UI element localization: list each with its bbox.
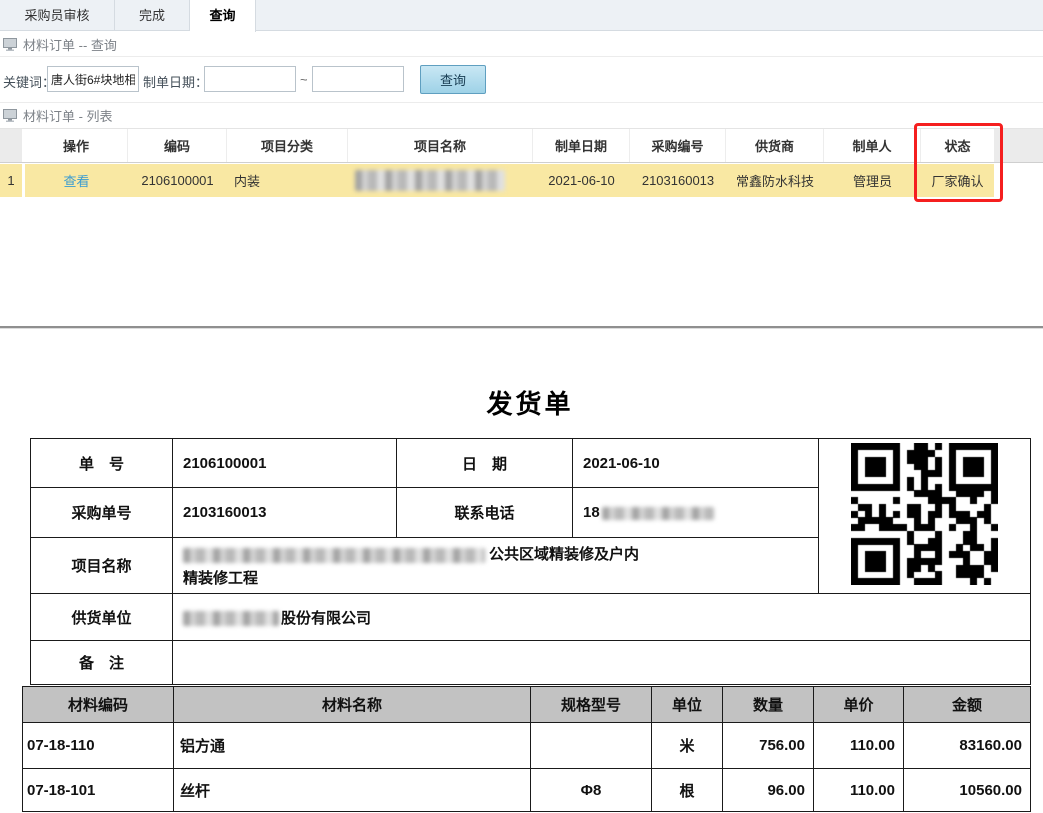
creator-cell: 管理员	[824, 164, 921, 197]
date-range-separator: ~	[300, 72, 308, 87]
phone-prefix: 18	[583, 504, 600, 521]
code-cell: 2106100001	[128, 164, 227, 197]
mat-col-price: 单价	[814, 687, 904, 723]
materials-header-row: 材料编码 材料名称 规格型号 单位 数量 单价 金额	[23, 687, 1031, 723]
order-date-label: 制单日期：	[143, 72, 208, 91]
date-to-input[interactable]	[312, 66, 404, 92]
order-no-label: 单 号	[31, 439, 173, 488]
redacted-project-name	[355, 170, 505, 191]
material-row: 07-18-101 丝杆 Φ8 根 96.00 110.00 10560.00	[23, 769, 1031, 812]
mat-code: 07-18-101	[23, 769, 174, 812]
order-list-header: 操作 编码 项目分类 项目名称 制单日期 采购编号 供货商 制单人 状态	[0, 128, 1043, 163]
search-button[interactable]: 查询	[420, 65, 486, 94]
mat-qty: 756.00	[723, 723, 814, 769]
project-visible-line1: 公共区域精装修及户内	[489, 546, 639, 563]
mat-col-amount: 金额	[904, 687, 1031, 723]
purchase-no-value: 2103160013	[173, 488, 397, 538]
redacted-supplier-text	[183, 611, 279, 626]
col-header-code[interactable]: 编码	[128, 129, 227, 162]
date-label: 日 期	[397, 439, 573, 488]
mat-spec: Φ8	[531, 769, 652, 812]
status-highlight-box	[914, 123, 1003, 202]
tab-bar: 采购员审核 完成 查询	[0, 0, 1043, 31]
supplier-visible-text: 股份有限公司	[281, 610, 371, 627]
order-no-value: 2106100001	[173, 439, 397, 488]
project-name-cell	[348, 164, 533, 197]
mat-col-unit: 单位	[652, 687, 723, 723]
delivery-note-info-table: 单 号 2106100001 日 期 2021-06-10 采购单号 21031…	[30, 438, 1031, 685]
date-from-input[interactable]	[204, 66, 296, 92]
document-divider	[0, 326, 1043, 328]
mat-col-spec: 规格型号	[531, 687, 652, 723]
purchase-no-label: 采购单号	[31, 488, 173, 538]
mat-col-qty: 数量	[723, 687, 814, 723]
date-value: 2021-06-10	[573, 439, 819, 488]
row-number-cell: 1	[0, 164, 22, 197]
phone-label: 联系电话	[397, 488, 573, 538]
tab-complete[interactable]: 完成	[115, 0, 190, 31]
search-form: 关键词： 制单日期： ~ 查询	[0, 58, 1043, 103]
query-panel-header: 材料订单 -- 查询	[0, 32, 1043, 57]
mat-code: 07-18-110	[23, 723, 174, 769]
mat-name: 铝方通	[174, 723, 531, 769]
material-row: 07-18-110 铝方通 米 756.00 110.00 83160.00	[23, 723, 1031, 769]
col-header-supplier[interactable]: 供货商	[726, 129, 824, 162]
mat-amount: 10560.00	[904, 769, 1031, 812]
monitor-icon	[3, 109, 17, 122]
mat-name: 丝杆	[174, 769, 531, 812]
col-header-category[interactable]: 项目分类	[227, 129, 348, 162]
mat-col-code: 材料编码	[23, 687, 174, 723]
table-row[interactable]: 1 查看 2106100001 内装 2021-06-10 2103160013…	[0, 164, 1043, 197]
tab-purchaser-review[interactable]: 采购员审核	[0, 0, 115, 31]
delivery-note-title: 发货单	[30, 384, 1030, 421]
col-header-project[interactable]: 项目名称	[348, 129, 533, 162]
monitor-icon	[3, 38, 17, 51]
list-panel-header: 材料订单 - 列表	[0, 103, 1043, 128]
col-header-creator[interactable]: 制单人	[824, 129, 921, 162]
category-cell: 内装	[227, 164, 348, 197]
screen: 采购员审核 完成 查询 材料订单 -- 查询 关键词： 制单日期： ~ 查询 材…	[0, 0, 1043, 813]
view-link[interactable]: 查看	[63, 171, 89, 190]
supplier-value: 股份有限公司	[173, 594, 1031, 641]
remark-value	[173, 641, 1031, 685]
qr-code	[851, 443, 998, 585]
project-visible-line2: 精装修工程	[183, 570, 258, 587]
mat-unit: 米	[652, 723, 723, 769]
date-cell: 2021-06-10	[533, 164, 630, 197]
order-list-table: 操作 编码 项目分类 项目名称 制单日期 采购编号 供货商 制单人 状态 1 查…	[0, 128, 1043, 197]
query-panel-title: 材料订单 -- 查询	[23, 35, 117, 54]
supplier-cell: 常鑫防水科技	[726, 164, 824, 197]
materials-table: 材料编码 材料名称 规格型号 单位 数量 单价 金额 07-18-110 铝方通…	[22, 686, 1031, 812]
mat-spec	[531, 723, 652, 769]
keyword-input[interactable]	[47, 66, 139, 92]
mat-col-name: 材料名称	[174, 687, 531, 723]
phone-value: 18	[573, 488, 819, 538]
supplier-label: 供货单位	[31, 594, 173, 641]
mat-amount: 83160.00	[904, 723, 1031, 769]
redacted-phone	[602, 507, 714, 520]
row-number-header	[0, 129, 22, 162]
remark-label: 备 注	[31, 641, 173, 685]
col-header-date[interactable]: 制单日期	[533, 129, 630, 162]
list-panel-title: 材料订单 - 列表	[23, 106, 113, 125]
project-value: 公共区域精装修及户内 精装修工程	[173, 538, 819, 594]
qr-cell	[819, 439, 1031, 594]
tab-bar-filler	[256, 0, 1043, 30]
redacted-project-text	[183, 548, 485, 563]
mat-price: 110.00	[814, 769, 904, 812]
mat-unit: 根	[652, 769, 723, 812]
col-header-action[interactable]: 操作	[25, 129, 128, 162]
tab-query[interactable]: 查询	[190, 0, 256, 32]
mat-price: 110.00	[814, 723, 904, 769]
mat-qty: 96.00	[723, 769, 814, 812]
col-header-purchase-no[interactable]: 采购编号	[630, 129, 726, 162]
project-label: 项目名称	[31, 538, 173, 594]
purchase-no-cell: 2103160013	[630, 164, 726, 197]
